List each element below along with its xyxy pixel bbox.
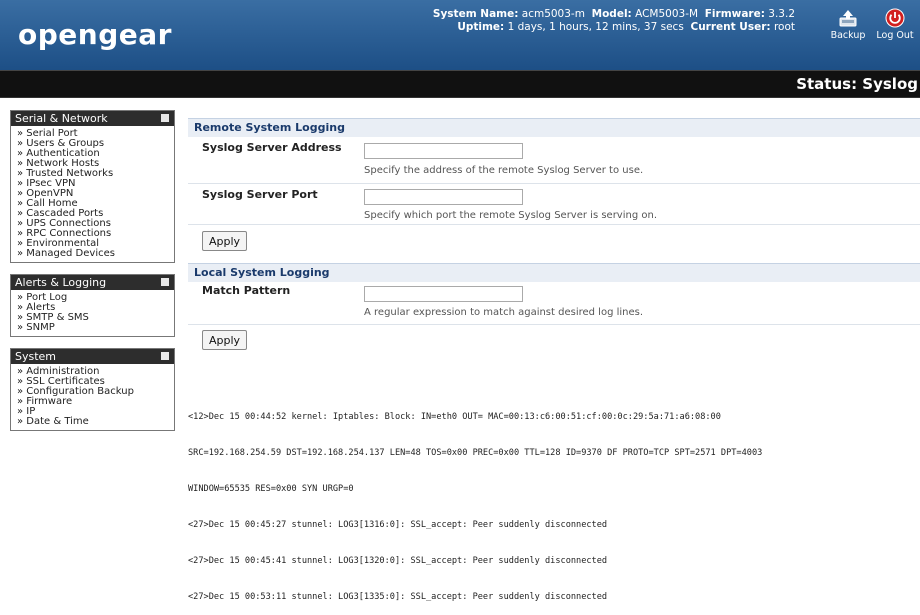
power-icon xyxy=(885,8,905,28)
collapse-icon[interactable] xyxy=(161,352,169,360)
uptime-value: 1 days, 1 hours, 12 mins, 37 secs xyxy=(507,21,684,33)
firmware-label: Firmware: xyxy=(704,8,765,20)
firmware-value: 3.3.2 xyxy=(768,8,795,20)
match-pattern-help: A regular expression to match against de… xyxy=(364,307,644,318)
syslog-server-port-help: Specify which port the remote Syslog Ser… xyxy=(364,210,658,221)
logout-button[interactable]: Log Out xyxy=(873,8,917,41)
remote-logging-section-title: Remote System Logging xyxy=(188,118,920,137)
log-line: <27>Dec 15 00:53:11 stunnel: LOG3[1335:0… xyxy=(188,592,608,602)
alerts-logging-panel: Alerts & Logging » Port Log » Alerts » S… xyxy=(10,274,175,337)
log-line: <27>Dec 15 00:45:27 stunnel: LOG3[1316:0… xyxy=(188,520,608,530)
system-info-line-1: System Name: acm5003-m Model: ACM5003-M … xyxy=(433,8,795,21)
collapse-icon[interactable] xyxy=(161,278,169,286)
serial-network-panel: Serial & Network » Serial Port » Users &… xyxy=(10,110,175,263)
syslog-server-address-input[interactable] xyxy=(364,143,523,159)
sidebar-item-snmp[interactable]: » SNMP xyxy=(17,323,170,333)
system-panel: System » Administration » SSL Certificat… xyxy=(10,348,175,431)
syslog-server-address-label: Syslog Server Address xyxy=(202,141,342,154)
syslog-output: <12>Dec 15 00:44:52 kernel: Iptables: Bl… xyxy=(188,387,920,615)
uptime-label: Uptime: xyxy=(457,21,505,33)
system-info: System Name: acm5003-m Model: ACM5003-M … xyxy=(433,8,795,34)
sidebar: Serial & Network » Serial Port » Users &… xyxy=(10,110,175,442)
current-user-label: Current User: xyxy=(690,21,771,33)
system-header: System xyxy=(11,349,174,364)
status-bar: Status: Syslog xyxy=(0,70,920,98)
system-title: System xyxy=(15,350,57,363)
syslog-server-address-help: Specify the address of the remote Syslog… xyxy=(364,165,644,176)
sidebar-item-firmware[interactable]: » Firmware xyxy=(17,397,170,407)
page-title: Status: Syslog xyxy=(796,75,918,93)
top-header: opengear System Name: acm5003-m Model: A… xyxy=(0,0,920,70)
log-line: <27>Dec 15 00:45:41 stunnel: LOG3[1320:0… xyxy=(188,556,608,566)
local-apply-button[interactable]: Apply xyxy=(202,330,248,350)
alerts-logging-title: Alerts & Logging xyxy=(15,276,107,289)
model-label: Model: xyxy=(591,8,632,20)
alerts-logging-header: Alerts & Logging xyxy=(11,275,174,290)
local-logging-section-title: Local System Logging xyxy=(188,263,920,282)
system-info-line-2: Uptime: 1 days, 1 hours, 12 mins, 37 sec… xyxy=(433,21,795,34)
backup-button[interactable]: Backup xyxy=(826,8,870,41)
syslog-server-port-input[interactable] xyxy=(364,189,523,205)
log-line: <12>Dec 15 00:44:52 kernel: Iptables: Bl… xyxy=(188,412,721,422)
syslog-server-port-label: Syslog Server Port xyxy=(202,188,318,201)
backup-icon xyxy=(839,10,857,27)
log-line: SRC=192.168.254.59 DST=192.168.254.137 L… xyxy=(188,448,763,458)
match-pattern-input[interactable] xyxy=(364,286,523,302)
local-apply-row: Apply xyxy=(188,325,920,355)
main-content: Remote System Logging Syslog Server Addr… xyxy=(188,118,920,355)
sidebar-item-date-time[interactable]: » Date & Time xyxy=(17,417,170,427)
syslog-server-address-row: Syslog Server Address Specify the addres… xyxy=(188,137,920,183)
logout-label: Log Out xyxy=(876,30,914,41)
model-value: ACM5003-M xyxy=(635,8,699,20)
sidebar-item-managed-devices[interactable]: » Managed Devices xyxy=(17,249,170,259)
remote-apply-button[interactable]: Apply xyxy=(202,231,248,251)
match-pattern-label: Match Pattern xyxy=(202,284,291,297)
log-line: WINDOW=65535 RES=0x00 SYN URGP=0 xyxy=(188,484,354,494)
opengear-logo[interactable]: opengear xyxy=(18,18,172,51)
backup-label: Backup xyxy=(830,30,866,41)
serial-network-header: Serial & Network xyxy=(11,111,174,126)
system-name-value: acm5003-m xyxy=(521,8,585,20)
collapse-icon[interactable] xyxy=(161,114,169,122)
system-name-label: System Name: xyxy=(432,8,519,20)
current-user-value: root xyxy=(773,21,795,33)
serial-network-title: Serial & Network xyxy=(15,112,108,125)
match-pattern-row: Match Pattern A regular expression to ma… xyxy=(188,282,920,324)
remote-apply-row: Apply xyxy=(188,225,920,263)
syslog-server-port-row: Syslog Server Port Specify which port th… xyxy=(188,184,920,224)
